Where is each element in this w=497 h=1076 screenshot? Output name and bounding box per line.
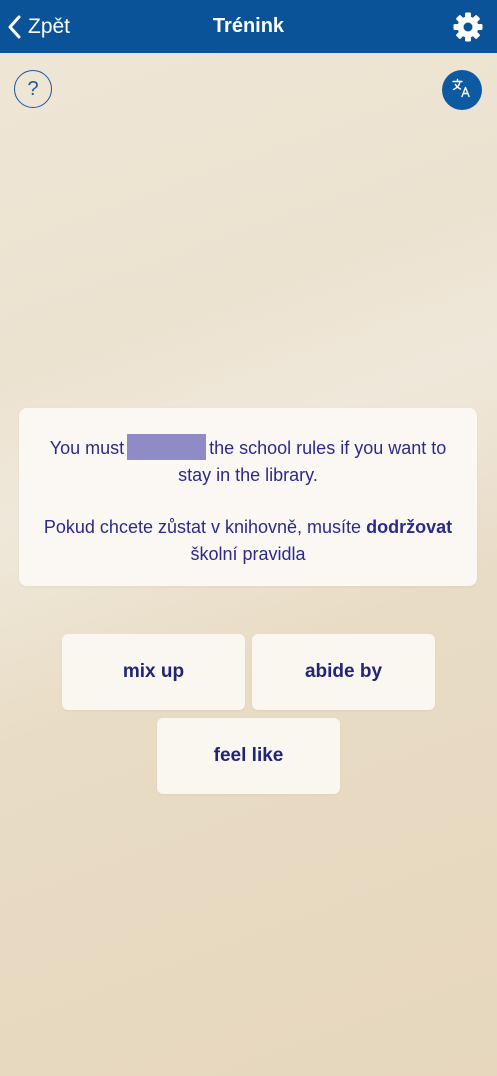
header-bar: Zpět Trénink — [0, 0, 497, 53]
exercise-translation: Pokud chcete zůstat v knihovně, musíte d… — [19, 514, 477, 568]
translation-keyword: dodržovat — [366, 517, 453, 537]
exercise-sentence: You must the school rules if you want to … — [19, 434, 477, 489]
answer-option-feel-like[interactable]: feel like — [157, 718, 340, 794]
translation-start: Pokud chcete zůstat v knihovně, musíte — [43, 517, 362, 537]
translate-button[interactable] — [442, 70, 482, 110]
sentence-start: You must — [49, 438, 125, 458]
answer-option-label: abide by — [304, 661, 383, 682]
answer-option-abide-by[interactable]: abide by — [252, 634, 435, 710]
answer-blank — [127, 434, 207, 460]
answer-option-label: feel like — [213, 745, 284, 766]
sentence-end: the school rules if you want to stay in … — [178, 438, 447, 485]
translation-end: školní pravidla — [190, 544, 306, 564]
translate-icon — [451, 77, 473, 104]
page-title: Trénink — [212, 15, 285, 37]
question-mark-icon: ? — [27, 77, 39, 100]
exercise-card: You must the school rules if you want to … — [19, 408, 477, 586]
settings-button[interactable] — [451, 10, 485, 44]
answer-option-label: mix up — [122, 661, 185, 682]
help-button[interactable]: ? — [14, 70, 52, 108]
answer-option-mix-up[interactable]: mix up — [62, 634, 245, 710]
gear-icon — [451, 12, 485, 48]
